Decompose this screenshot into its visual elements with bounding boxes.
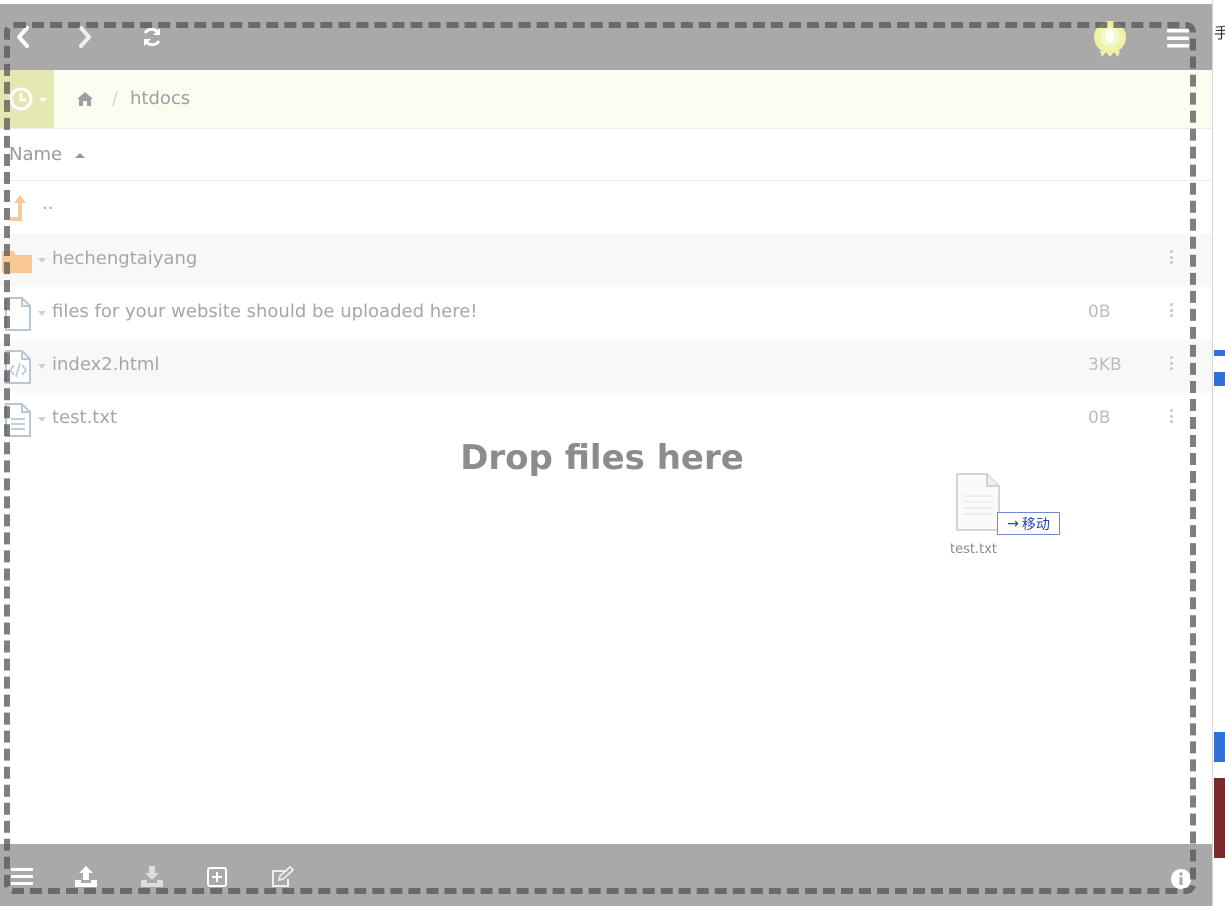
refresh-icon xyxy=(143,27,161,47)
list-item[interactable]: hechengtaiyang xyxy=(0,234,1212,287)
file-icon xyxy=(5,297,31,331)
arrow-right-icon: → xyxy=(1007,515,1019,532)
upload-icon xyxy=(75,866,97,887)
file-manager-window: / htdocs Name .. hechengtaiyang files fo… xyxy=(0,4,1212,906)
upload-button[interactable] xyxy=(72,862,100,890)
new-folder-icon xyxy=(207,867,227,887)
back-button[interactable] xyxy=(10,22,36,52)
logo-icon xyxy=(1094,21,1126,57)
item-name: test.txt xyxy=(52,407,118,428)
chevron-down-icon[interactable] xyxy=(38,417,46,422)
item-actions-button[interactable] xyxy=(1166,250,1176,270)
info-button[interactable] xyxy=(1168,866,1194,892)
chevron-down-icon[interactable] xyxy=(38,311,46,316)
breadcrumb-separator: / xyxy=(112,88,119,109)
parent-directory-label: .. xyxy=(42,193,54,214)
home-icon xyxy=(77,92,93,106)
move-label: 移动 xyxy=(1021,516,1050,533)
sort-ascending-icon xyxy=(74,153,85,158)
column-header-name: Name xyxy=(9,144,63,165)
breadcrumb-current[interactable]: htdocs xyxy=(130,88,190,109)
hamburger-icon xyxy=(1167,29,1189,48)
drag-ghost-file xyxy=(955,472,1001,536)
background-window-edge: 手 xyxy=(1212,0,1225,906)
background-accent xyxy=(1214,732,1225,762)
item-size: 0B xyxy=(1088,302,1111,322)
list-header: Name xyxy=(0,128,1212,181)
drag-ghost-filename: test.txt xyxy=(950,542,997,557)
bottom-toolbar xyxy=(0,844,1212,906)
home-button[interactable] xyxy=(74,88,96,110)
forward-button[interactable] xyxy=(72,22,98,52)
list-menu-button[interactable] xyxy=(8,864,36,888)
chevron-down-icon[interactable] xyxy=(38,258,46,263)
download-icon xyxy=(141,866,163,887)
menu-icon xyxy=(11,868,33,885)
info-icon xyxy=(1171,869,1191,889)
edit-button[interactable] xyxy=(268,864,296,890)
background-accent xyxy=(1214,372,1225,386)
level-up-icon xyxy=(10,195,26,221)
item-name: index2.html xyxy=(52,354,160,375)
list-item[interactable]: files for your website should be uploade… xyxy=(0,287,1212,340)
code-file-icon xyxy=(5,350,31,384)
list-item-parent[interactable]: .. xyxy=(0,181,1212,234)
item-actions-button[interactable] xyxy=(1166,409,1176,429)
chevron-right-icon xyxy=(79,26,91,48)
logo xyxy=(1090,18,1130,58)
drag-move-tooltip: → 移动 xyxy=(997,512,1060,535)
edit-icon xyxy=(272,866,294,887)
history-icon xyxy=(9,87,47,111)
text-file-icon xyxy=(5,403,31,437)
background-text-fragment: 手 xyxy=(1214,24,1225,42)
history-button[interactable] xyxy=(0,70,54,128)
download-button[interactable] xyxy=(138,862,166,890)
drop-files-message: Drop files here xyxy=(460,438,744,478)
chevron-left-icon xyxy=(17,26,29,48)
top-toolbar xyxy=(0,4,1212,70)
refresh-button[interactable] xyxy=(138,23,166,51)
background-image-fragment xyxy=(1214,778,1225,858)
item-size: 0B xyxy=(1088,408,1111,428)
item-actions-button[interactable] xyxy=(1166,356,1176,376)
file-icon xyxy=(956,473,1000,531)
item-size: 3KB xyxy=(1088,355,1122,375)
chevron-down-icon[interactable] xyxy=(38,364,46,369)
menu-button[interactable] xyxy=(1164,24,1192,52)
item-name: files for your website should be uploade… xyxy=(52,301,478,322)
new-item-button[interactable] xyxy=(204,864,230,890)
folder-icon xyxy=(2,251,32,273)
background-accent xyxy=(1214,350,1225,356)
breadcrumb: / htdocs xyxy=(0,70,1212,129)
item-name: hechengtaiyang xyxy=(52,248,198,269)
item-actions-button[interactable] xyxy=(1166,303,1176,323)
list-item[interactable]: index2.html 3KB xyxy=(0,340,1212,393)
sort-by-name[interactable]: Name xyxy=(9,144,86,165)
